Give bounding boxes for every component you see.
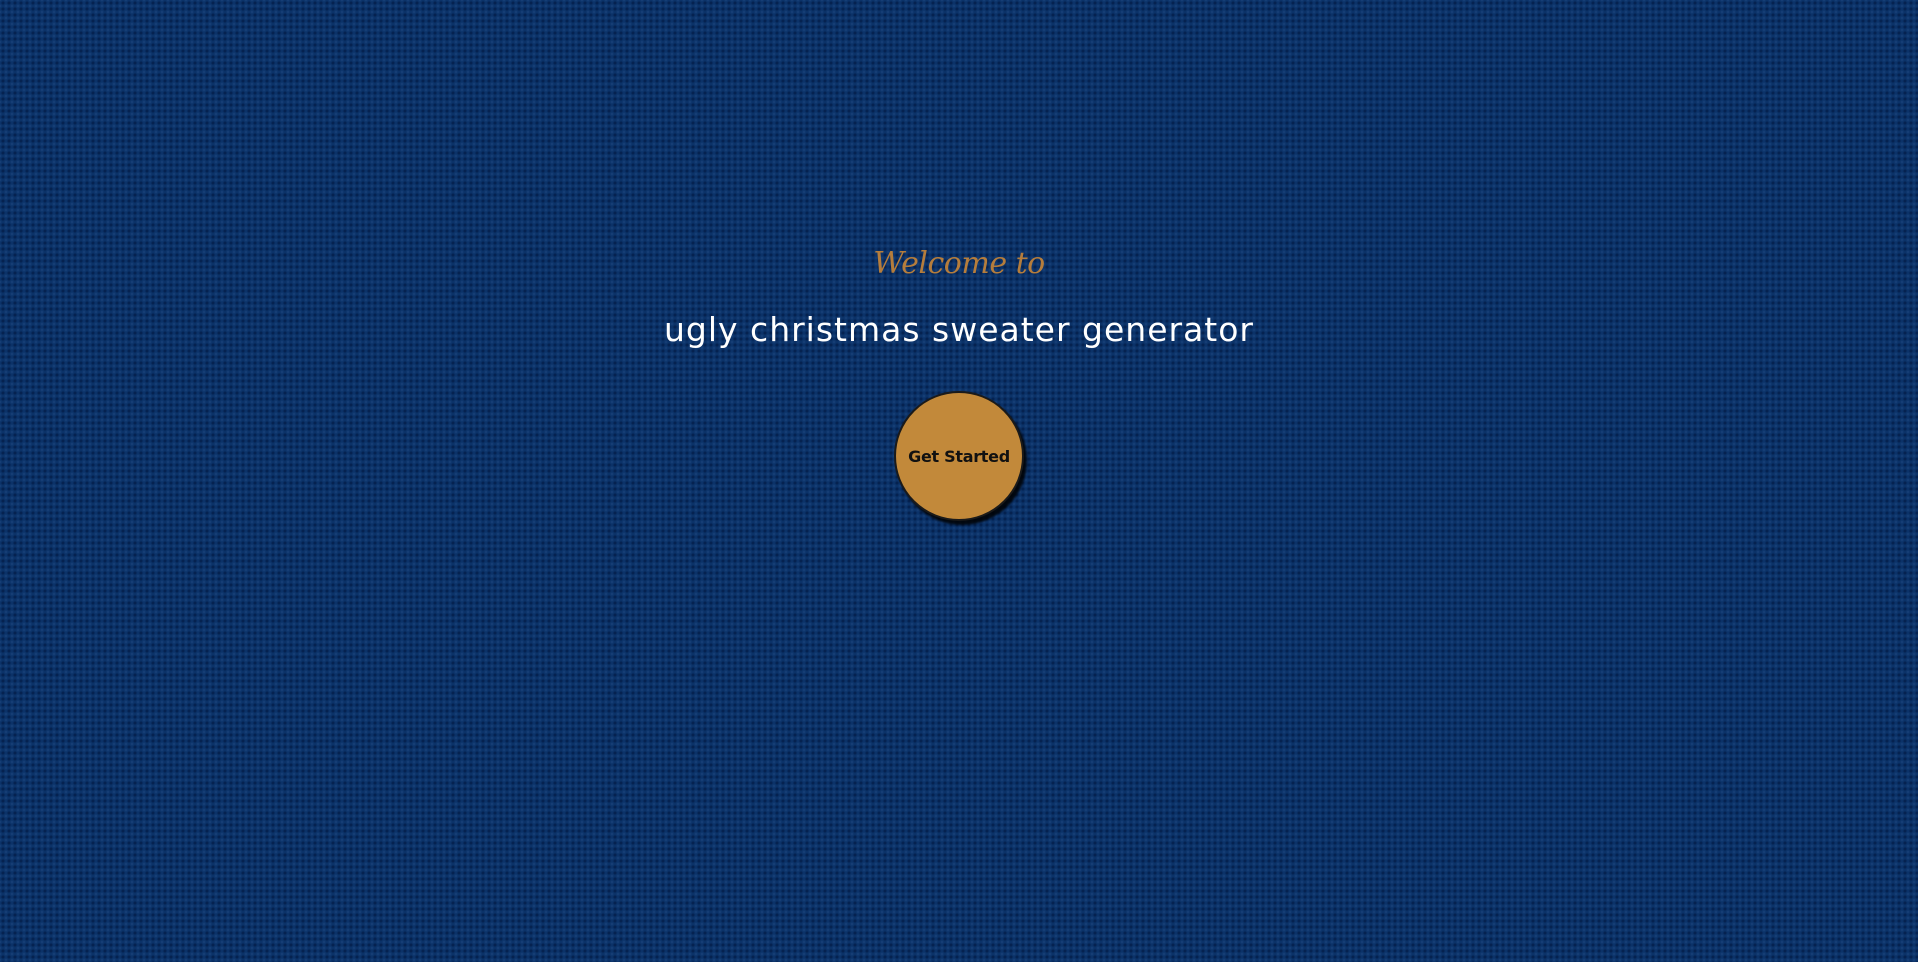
welcome-heading: Welcome to: [873, 246, 1045, 281]
page-title: ugly christmas sweater generator: [664, 310, 1254, 349]
landing-page: Welcome to ugly christmas sweater genera…: [0, 0, 1918, 962]
get-started-button[interactable]: Get Started: [894, 391, 1024, 521]
